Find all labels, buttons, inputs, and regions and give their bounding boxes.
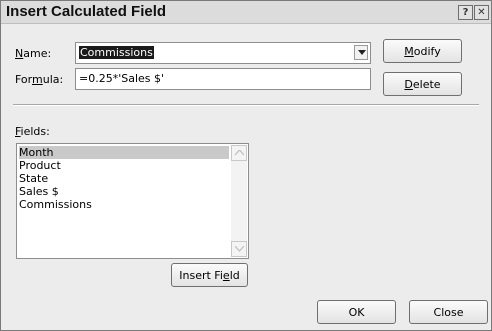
delete-mnemonic: D bbox=[404, 78, 413, 91]
fields-listbox[interactable]: Month Product State Sales $ Commissions bbox=[16, 143, 249, 259]
list-item[interactable]: Month bbox=[19, 146, 229, 159]
scroll-down-button[interactable] bbox=[231, 241, 247, 257]
list-item[interactable]: Sales $ bbox=[19, 185, 59, 198]
name-input[interactable]: Commissions bbox=[79, 46, 154, 59]
title-bar[interactable]: Insert Calculated Field ? ✕ bbox=[1, 1, 491, 24]
scroll-up-button[interactable] bbox=[231, 145, 247, 161]
insert-field-button[interactable]: Insert Field bbox=[171, 263, 248, 287]
formula-label-mnemonic: m bbox=[32, 73, 43, 86]
fields-scrollbar[interactable] bbox=[231, 145, 247, 257]
fields-label: Fields: bbox=[15, 125, 50, 138]
ok-label: OK bbox=[348, 306, 365, 319]
dialog-title: Insert Calculated Field bbox=[6, 3, 167, 20]
formula-value: =0.25*'Sales $' bbox=[79, 72, 165, 85]
formula-label-pre: For bbox=[15, 73, 32, 86]
insert-field-mnemonic: e bbox=[222, 269, 230, 282]
close-button[interactable]: Close bbox=[409, 300, 488, 324]
name-label-text: ame: bbox=[23, 47, 52, 60]
delete-button[interactable]: Delete bbox=[383, 72, 462, 96]
name-label: Name: bbox=[15, 47, 51, 60]
modify-label: odify bbox=[413, 45, 441, 58]
name-label-mnemonic: N bbox=[15, 47, 24, 60]
delete-label: elete bbox=[412, 78, 441, 91]
modify-mnemonic: M bbox=[404, 45, 414, 58]
fields-label-text: ields: bbox=[20, 125, 50, 138]
close-label: Close bbox=[433, 306, 464, 319]
insert-field-label-pre: Insert Fi bbox=[179, 269, 223, 282]
help-icon: ? bbox=[462, 7, 469, 18]
chevron-down-icon bbox=[358, 50, 366, 55]
chevron-down-icon bbox=[235, 246, 244, 252]
name-dropdown-button[interactable] bbox=[354, 45, 368, 60]
list-item[interactable]: State bbox=[19, 172, 48, 185]
name-value: Commissions bbox=[79, 46, 154, 59]
ok-button[interactable]: OK bbox=[317, 300, 396, 324]
close-window-button[interactable]: ✕ bbox=[474, 5, 489, 20]
formula-label: Formula: bbox=[15, 73, 63, 86]
chevron-up-icon bbox=[235, 150, 244, 156]
formula-input[interactable]: =0.25*'Sales $' bbox=[75, 68, 371, 90]
insert-field-label-post: ld bbox=[229, 269, 240, 282]
insert-calculated-field-dialog: Insert Calculated Field ? ✕ Name: Commis… bbox=[0, 0, 492, 331]
name-combobox[interactable]: Commissions bbox=[75, 42, 371, 64]
help-button[interactable]: ? bbox=[458, 5, 473, 20]
separator bbox=[13, 104, 479, 106]
close-icon: ✕ bbox=[477, 7, 486, 18]
list-item[interactable]: Commissions bbox=[19, 198, 92, 211]
formula-label-post: ula: bbox=[42, 73, 64, 86]
modify-button[interactable]: Modify bbox=[383, 39, 462, 63]
list-item[interactable]: Product bbox=[19, 159, 61, 172]
